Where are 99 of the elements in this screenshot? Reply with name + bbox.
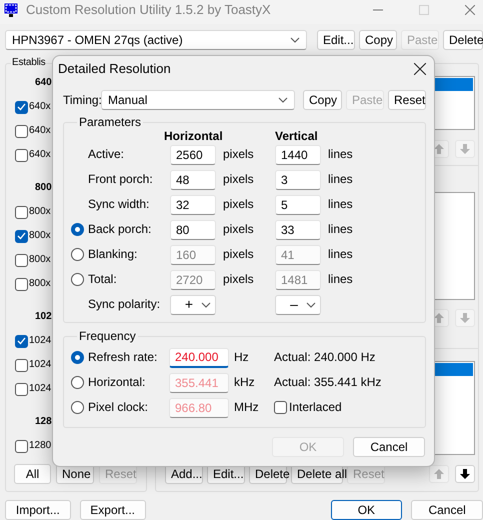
field-label: Horizontal:	[88, 375, 146, 390]
button[interactable]	[455, 465, 475, 483]
radio-button[interactable]	[71, 223, 84, 236]
unit-label: lines	[327, 222, 354, 237]
caret-icon	[278, 97, 288, 103]
monitor-icon	[4, 3, 18, 17]
field-label: Blanking:	[88, 247, 138, 262]
unit-label: lines	[327, 197, 354, 212]
checkbox-label: 1024	[29, 335, 52, 347]
unit-label: pixels	[222, 247, 255, 262]
field-label: Pixel clock:	[88, 400, 150, 415]
button[interactable]: Cancel	[353, 437, 425, 457]
field-label: Sync width:	[88, 197, 150, 212]
column-header: Vertical	[275, 129, 319, 144]
unit-label: pixels	[222, 147, 255, 162]
arrow-down-icon	[459, 468, 471, 480]
dialog-title: Detailed Resolution	[58, 61, 171, 77]
button[interactable]: Delete	[443, 30, 483, 50]
input-field[interactable]: 240.000	[169, 348, 229, 368]
input-field[interactable]: 2560	[170, 144, 216, 164]
input-field[interactable]: 48	[170, 170, 216, 190]
group-title: Establis	[11, 56, 46, 70]
monitor-dropdown[interactable]: HPN3967 - OMEN 27qs (active)	[5, 30, 307, 50]
button[interactable]: All	[14, 464, 51, 484]
checkbox[interactable]	[15, 230, 28, 242]
caret-icon	[201, 302, 211, 308]
field-label: Timing:	[63, 92, 101, 108]
button[interactable]: Copy	[359, 30, 397, 50]
checkbox-label: Interlaced	[289, 400, 342, 415]
button[interactable]: OK	[330, 500, 402, 520]
checkbox[interactable]	[15, 382, 28, 396]
group-title: Frequency	[78, 329, 137, 343]
unit-label: MHz	[233, 400, 260, 415]
unit-label: pixels	[222, 197, 255, 212]
window-title: Custom Resolution Utility 1.5.2 by ToastyX	[26, 2, 271, 18]
unit-label: lines	[327, 272, 354, 287]
unit-label: pixels	[222, 222, 255, 237]
unit-label: Hz	[233, 350, 250, 365]
checkbox-label: 800x	[29, 278, 51, 290]
field-label: Back porch:	[88, 222, 152, 237]
caret-icon	[290, 37, 300, 43]
group-header: 640	[35, 77, 52, 88]
group-header: 800	[35, 182, 52, 193]
checkbox-label: 640x	[29, 125, 51, 137]
radio-button[interactable]	[71, 351, 84, 364]
polarity-dropdown[interactable]: +	[170, 294, 216, 314]
checkbox-label: 800x	[29, 206, 51, 218]
checkbox-label: 640x	[29, 101, 51, 113]
button[interactable]: Import...	[5, 500, 71, 520]
caret-icon	[306, 302, 316, 308]
checkbox-label: 1024	[29, 359, 52, 371]
polarity-dropdown[interactable]: –	[275, 294, 321, 314]
checkbox-label: 800x	[29, 230, 51, 242]
field-label: Sync polarity:	[88, 297, 162, 312]
unit-label: lines	[327, 247, 354, 262]
group-title: Parameters	[78, 115, 142, 129]
input-field[interactable]: 33	[275, 220, 321, 240]
unit-label: pixels	[222, 272, 255, 287]
button[interactable]: Edit...	[317, 30, 355, 50]
timing-dropdown[interactable]: Manual	[101, 90, 295, 110]
unit-label: lines	[327, 172, 354, 187]
checkbox-label: 800x	[29, 254, 51, 266]
checkbox[interactable]	[15, 124, 28, 138]
field-label: Refresh rate:	[88, 350, 158, 365]
button[interactable]: Export...	[80, 500, 146, 520]
unit-label: lines	[327, 147, 354, 162]
unit-label: pixels	[222, 172, 255, 187]
arrow-down-icon	[459, 143, 471, 155]
status-text: Actual: 355.441 kHz	[274, 375, 382, 390]
checkbox-label: 1280	[29, 440, 52, 452]
input-field[interactable]: 80	[170, 220, 216, 240]
input-field[interactable]: 32	[170, 194, 216, 214]
button[interactable]: Cancel	[411, 500, 483, 520]
field-label: Total:	[88, 272, 118, 287]
arrow-down-icon	[459, 312, 471, 324]
close-icon[interactable]	[414, 63, 426, 75]
checkbox[interactable]	[15, 358, 28, 372]
column-header: Horizontal	[164, 129, 224, 144]
checkbox-label: 640x	[29, 149, 51, 161]
button[interactable]: Reset	[388, 90, 426, 110]
button[interactable]: Copy	[303, 90, 342, 110]
group-header: 102	[35, 311, 52, 322]
checkbox[interactable]	[15, 278, 28, 290]
checkbox[interactable]	[15, 100, 28, 114]
checkbox-label: 1024	[29, 383, 52, 395]
field-label: Active:	[88, 147, 126, 162]
checkbox[interactable]	[15, 254, 28, 266]
checkbox[interactable]	[15, 334, 28, 348]
arrow-up-icon	[433, 468, 445, 480]
checkbox[interactable]	[15, 206, 28, 218]
checkbox[interactable]	[15, 148, 28, 162]
group-header: 128	[35, 416, 52, 427]
unit-label: kHz	[233, 375, 256, 390]
input-field[interactable]: 5	[275, 194, 321, 214]
field-label: Front porch:	[88, 172, 154, 187]
status-text: Actual: 240.000 Hz	[274, 350, 376, 365]
checkbox[interactable]	[15, 440, 28, 452]
input-field[interactable]: 3	[275, 170, 321, 190]
input-field[interactable]: 1440	[275, 144, 321, 164]
